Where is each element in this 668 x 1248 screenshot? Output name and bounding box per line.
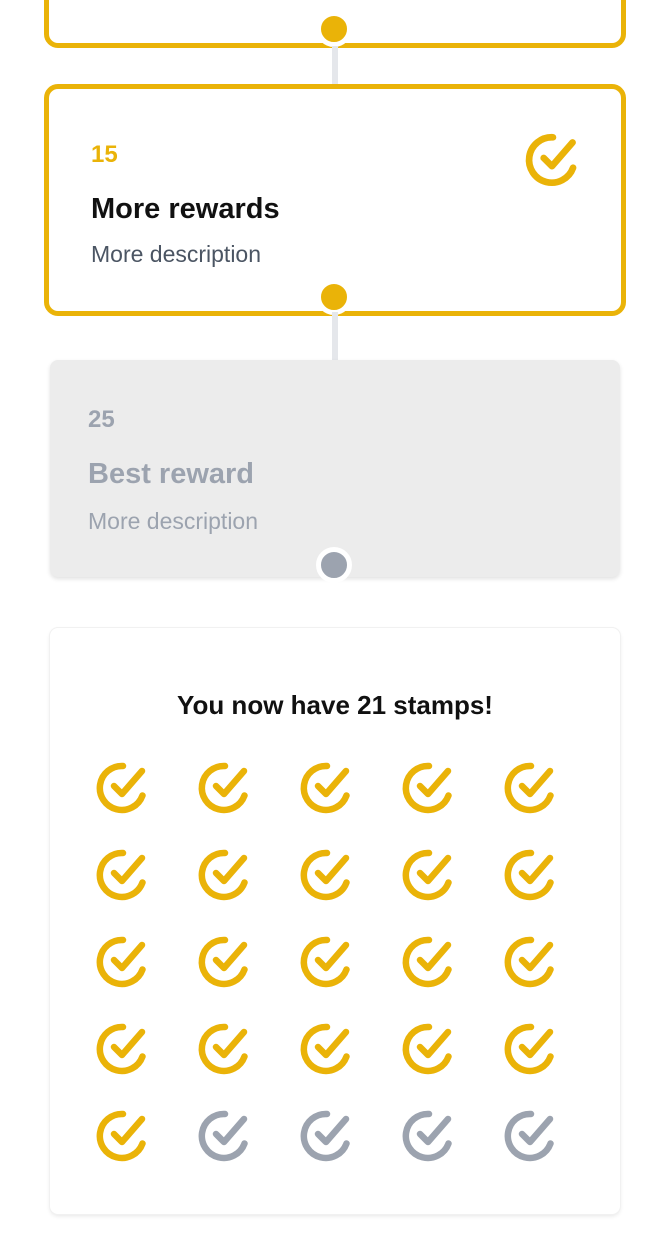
reward-title: Best reward — [88, 458, 255, 490]
progress-dot-previous — [316, 11, 352, 47]
check-circle-icon — [504, 936, 554, 988]
stamp-collected — [296, 1017, 360, 1081]
stamp-collected — [296, 843, 360, 907]
stamp-collected — [500, 930, 564, 994]
check-circle-icon — [96, 762, 146, 814]
stamp-grid — [92, 756, 578, 1168]
stamp-collected — [398, 1017, 462, 1081]
progress-dot-15 — [316, 279, 352, 315]
check-circle-icon — [402, 936, 452, 988]
stamp-collected — [296, 930, 360, 994]
check-circle-icon — [504, 849, 554, 901]
reward-description: More description — [88, 508, 259, 534]
stamp-collected — [194, 930, 258, 994]
check-circle-icon — [96, 936, 146, 988]
stamp-collected — [500, 756, 564, 820]
reward-threshold: 25 — [88, 406, 115, 433]
stamp-empty — [194, 1104, 258, 1168]
check-circle-icon — [198, 936, 248, 988]
stamp-collected — [92, 1104, 156, 1168]
check-circle-icon — [300, 1110, 350, 1162]
stamp-card: You now have 21 stamps! — [50, 628, 620, 1214]
check-circle-icon — [525, 133, 577, 186]
reward-description: More description — [91, 241, 262, 267]
check-circle-icon — [198, 762, 248, 814]
progress-connector — [332, 46, 338, 86]
check-circle-icon — [402, 1023, 452, 1075]
stamp-empty — [296, 1104, 360, 1168]
check-circle-icon — [402, 849, 452, 901]
stamp-collected — [296, 756, 360, 820]
stamp-collected — [398, 843, 462, 907]
stamp-collected — [398, 930, 462, 994]
check-circle-icon — [300, 936, 350, 988]
stamp-collected — [92, 843, 156, 907]
stamp-collected — [194, 1017, 258, 1081]
stamp-collected — [194, 756, 258, 820]
stamp-collected — [92, 756, 156, 820]
check-circle-icon — [504, 1023, 554, 1075]
check-circle-icon — [402, 762, 452, 814]
check-circle-icon — [402, 1110, 452, 1162]
stamp-empty — [398, 1104, 462, 1168]
check-circle-icon — [96, 1023, 146, 1075]
stamp-count-heading: You now have 21 stamps! — [177, 690, 493, 720]
reward-card-25: 25 Best reward More description — [50, 360, 620, 577]
check-circle-icon — [300, 1023, 350, 1075]
stamp-collected — [500, 843, 564, 907]
check-circle-icon — [96, 849, 146, 901]
progress-connector — [332, 312, 338, 362]
stamp-empty — [500, 1104, 564, 1168]
check-circle-icon — [198, 1023, 248, 1075]
check-circle-icon — [300, 762, 350, 814]
stamp-collected — [194, 843, 258, 907]
stamp-collected — [92, 930, 156, 994]
rewards-page: 15 More rewards More description 25 Best… — [0, 0, 668, 1248]
check-circle-icon — [198, 849, 248, 901]
stamp-collected — [500, 1017, 564, 1081]
check-circle-icon — [504, 1110, 554, 1162]
progress-dot-25 — [316, 547, 352, 583]
stamp-collected — [92, 1017, 156, 1081]
check-circle-icon — [504, 762, 554, 814]
check-circle-icon — [198, 1110, 248, 1162]
reward-threshold: 15 — [91, 141, 118, 168]
check-circle-icon — [96, 1110, 146, 1162]
stamp-collected — [398, 756, 462, 820]
check-circle-icon — [300, 849, 350, 901]
reward-title: More rewards — [91, 193, 280, 225]
